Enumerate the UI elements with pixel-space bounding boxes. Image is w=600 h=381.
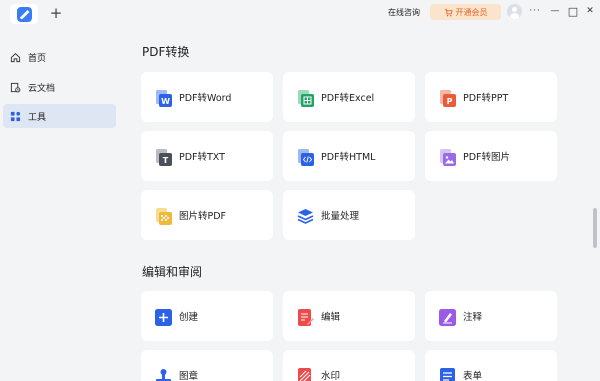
tool-label: 表单 bbox=[463, 371, 483, 381]
tool-label: 图章 bbox=[179, 371, 199, 381]
tool-label: 批量处理 bbox=[321, 211, 360, 222]
tool-card-form[interactable]: 表单 bbox=[425, 350, 557, 381]
svg-text:T: T bbox=[163, 156, 169, 165]
sidebar-item-tools[interactable]: 工具 bbox=[3, 104, 116, 128]
title-bar: + 在线咨询 开通会员 ··· — □ ✕ bbox=[0, 0, 600, 27]
edit-icon bbox=[296, 308, 314, 326]
tool-label: PDF转TXT bbox=[179, 152, 225, 163]
word-icon: W bbox=[154, 89, 172, 107]
tool-label: 图片转PDF bbox=[179, 211, 227, 222]
sidebar-item-cloud-docs[interactable]: 云文档 bbox=[3, 75, 116, 99]
tool-card-create[interactable]: 创建 bbox=[141, 291, 273, 341]
vip-label: 开通会员 bbox=[455, 7, 488, 17]
create-icon bbox=[154, 308, 172, 326]
tool-card-pdf-to-ppt[interactable]: P PDF转PPT bbox=[425, 72, 557, 122]
apps-grid-icon bbox=[10, 111, 21, 121]
tool-label: PDF转PPT bbox=[463, 93, 509, 104]
cart-icon bbox=[444, 8, 453, 16]
sidebar: 首页 云文档 工具 bbox=[0, 27, 124, 381]
tool-label: 编辑 bbox=[321, 312, 341, 323]
form-icon bbox=[438, 367, 455, 381]
home-icon bbox=[10, 52, 21, 62]
tool-card-pdf-to-image[interactable]: PDF转图片 bbox=[425, 131, 557, 181]
sidebar-item-label: 云文档 bbox=[28, 83, 56, 94]
tool-label: 创建 bbox=[179, 312, 199, 323]
svg-text:W: W bbox=[161, 97, 170, 106]
app-home-tab[interactable] bbox=[10, 4, 38, 24]
tool-card-image-to-pdf[interactable]: 图片转PDF bbox=[141, 190, 273, 240]
minimize-button[interactable]: — bbox=[548, 4, 562, 18]
image-icon bbox=[438, 148, 456, 166]
stamp-icon bbox=[154, 367, 171, 381]
excel-icon bbox=[296, 89, 314, 107]
tool-label: PDF转Excel bbox=[321, 93, 375, 104]
section-title-edit-review: 编辑和审阅 bbox=[142, 265, 203, 279]
section-title-pdf-convert: PDF转换 bbox=[142, 45, 190, 59]
annotate-icon bbox=[438, 308, 456, 326]
tool-card-pdf-to-word[interactable]: W PDF转Word bbox=[141, 72, 273, 122]
vip-button[interactable]: 开通会员 bbox=[430, 4, 501, 20]
main-content: PDF转换 W PDF转Word PDF转Excel P PDF转PPT T P… bbox=[124, 27, 600, 381]
tool-label: PDF转图片 bbox=[463, 152, 511, 163]
tool-label: 水印 bbox=[321, 371, 341, 381]
tool-card-batch-process[interactable]: 批量处理 bbox=[283, 190, 415, 240]
avatar[interactable] bbox=[507, 4, 522, 19]
online-consult-link[interactable]: 在线咨询 bbox=[388, 7, 420, 18]
main-scrollbar[interactable] bbox=[593, 208, 597, 248]
sidebar-item-label: 工具 bbox=[28, 112, 47, 123]
sidebar-item-label: 首页 bbox=[28, 53, 47, 64]
tool-card-stamp[interactable]: 图章 bbox=[141, 350, 273, 381]
sidebar-item-home[interactable]: 首页 bbox=[3, 45, 116, 69]
tool-card-watermark[interactable]: 水印 bbox=[283, 350, 415, 381]
batch-icon bbox=[296, 207, 314, 224]
txt-icon: T bbox=[154, 148, 172, 166]
tool-card-edit[interactable]: 编辑 bbox=[283, 291, 415, 341]
tool-label: PDF转HTML bbox=[321, 152, 376, 163]
maximize-button[interactable]: □ bbox=[566, 4, 580, 18]
tool-card-annotate[interactable]: 注释 bbox=[425, 291, 557, 341]
svg-text:P: P bbox=[447, 97, 453, 106]
html-icon bbox=[296, 148, 314, 166]
tool-card-pdf-to-html[interactable]: PDF转HTML bbox=[283, 131, 415, 181]
new-tab-button[interactable]: + bbox=[48, 4, 64, 22]
tool-label: PDF转Word bbox=[179, 93, 232, 104]
tool-card-pdf-to-txt[interactable]: T PDF转TXT bbox=[141, 131, 273, 181]
close-button[interactable]: ✕ bbox=[583, 4, 597, 18]
ppt-icon: P bbox=[438, 89, 456, 107]
app-logo-icon bbox=[16, 6, 32, 22]
image-to-pdf-icon bbox=[154, 207, 172, 225]
watermark-icon bbox=[296, 367, 313, 381]
tool-card-pdf-to-excel[interactable]: PDF转Excel bbox=[283, 72, 415, 122]
more-button[interactable]: ··· bbox=[528, 4, 542, 18]
cloud-doc-icon bbox=[10, 82, 21, 92]
tool-label: 注释 bbox=[463, 312, 483, 323]
